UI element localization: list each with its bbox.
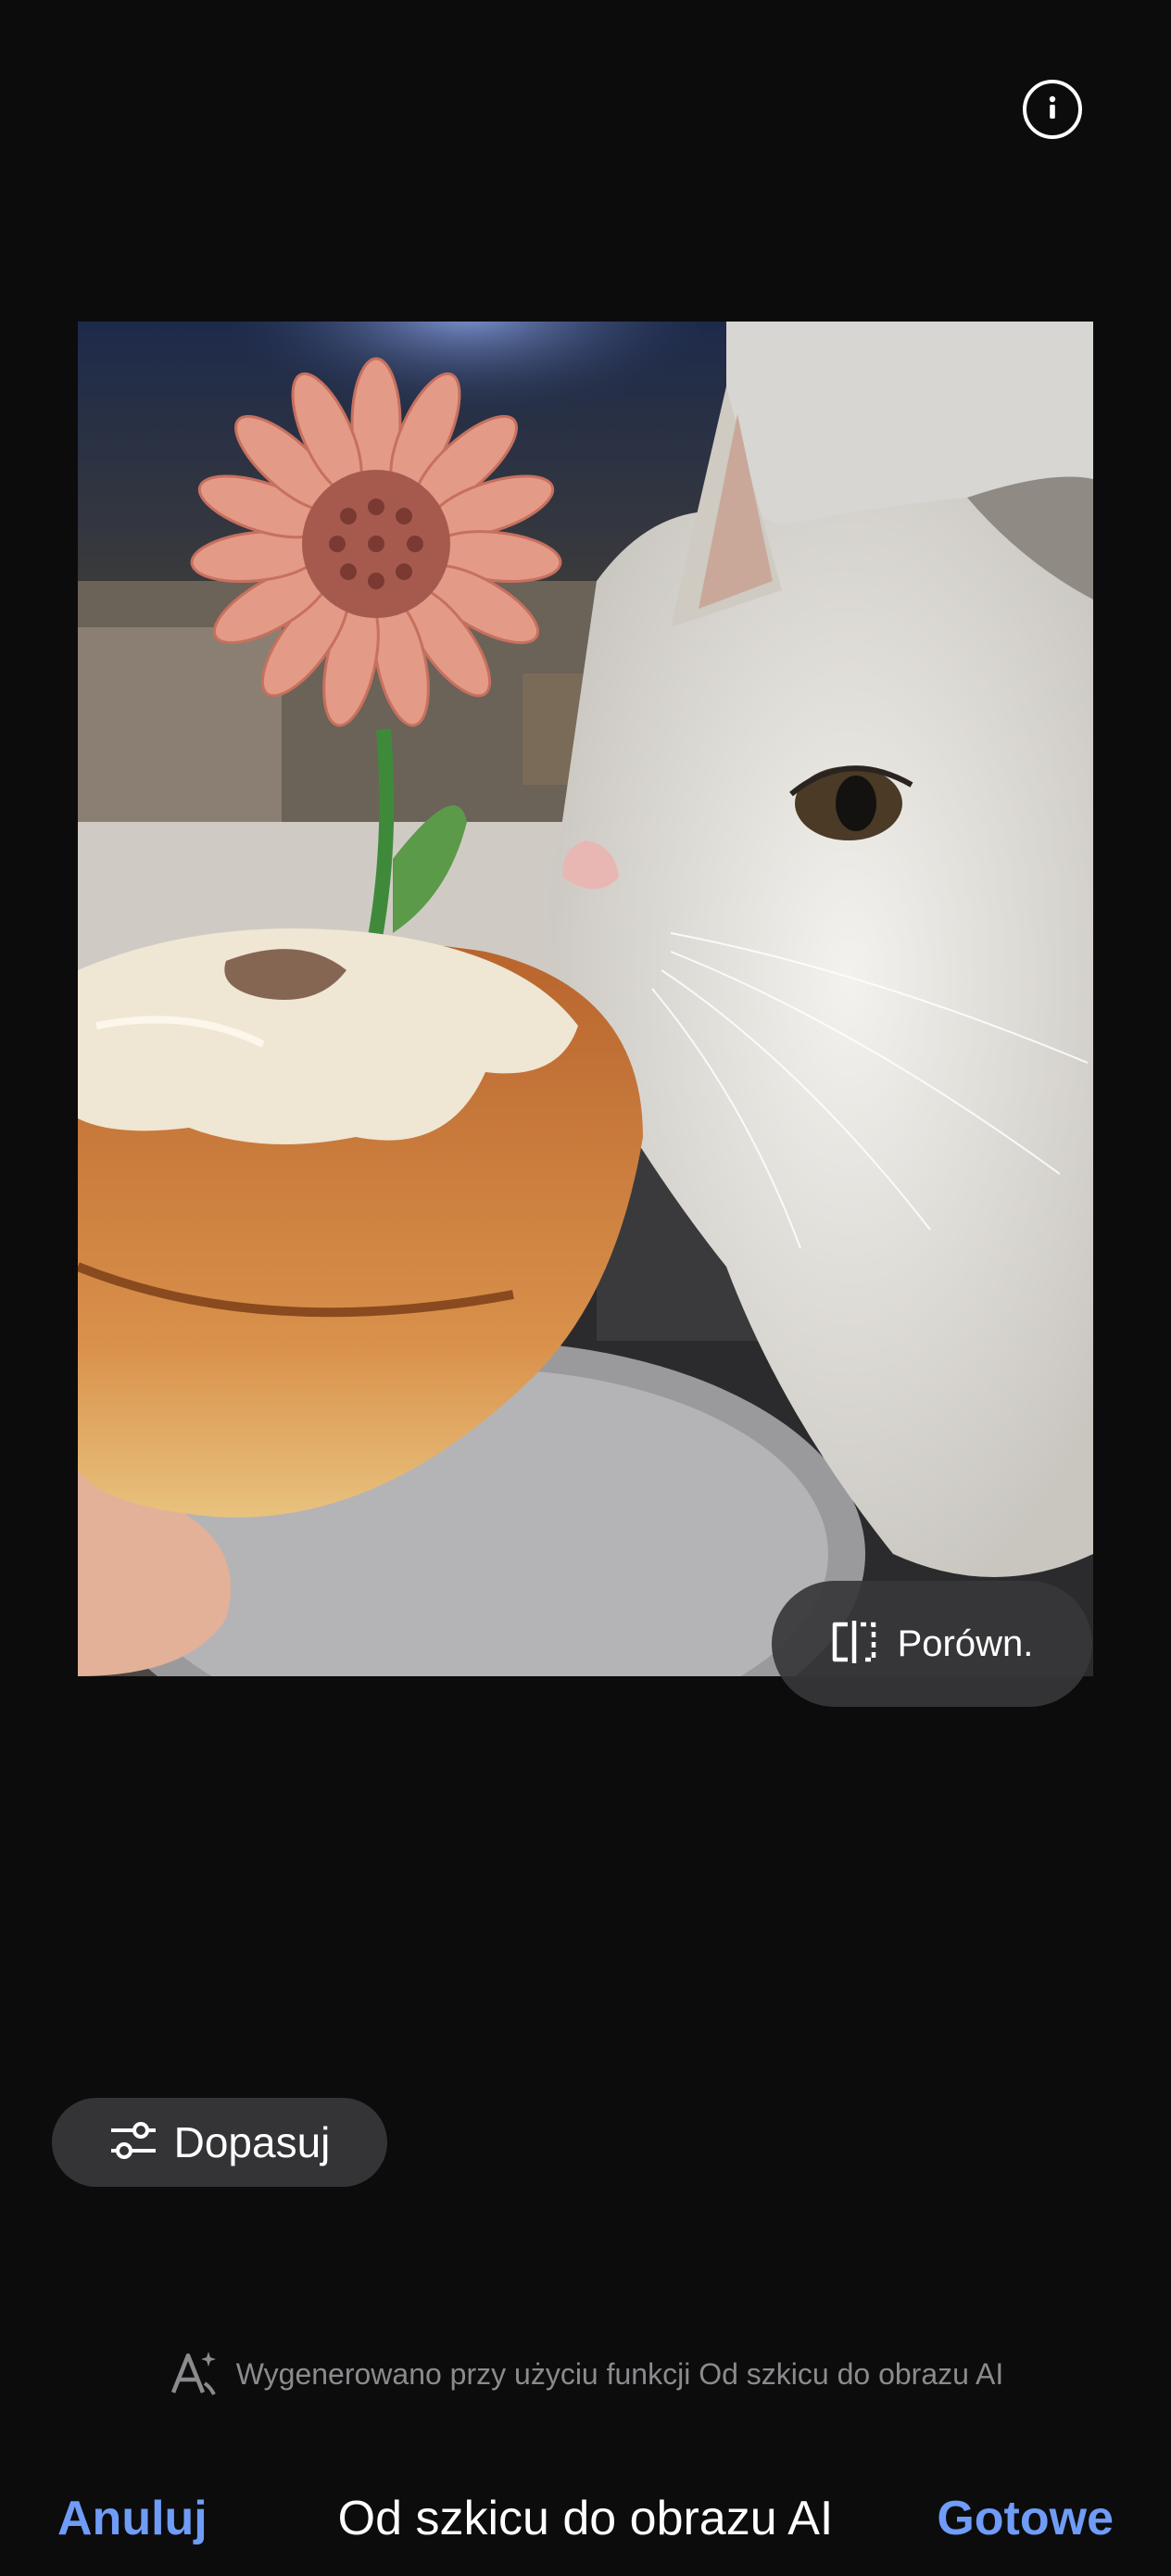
sliders-icon xyxy=(109,2120,157,2166)
info-icon xyxy=(1034,89,1071,131)
cancel-button[interactable]: Anuluj xyxy=(57,2491,208,2546)
adjust-button[interactable]: Dopasuj xyxy=(52,2098,387,2187)
info-button[interactable] xyxy=(1023,80,1082,139)
done-button[interactable]: Gotowe xyxy=(937,2491,1114,2546)
compare-icon xyxy=(831,1620,877,1668)
adjust-label: Dopasuj xyxy=(173,2118,331,2166)
bottom-bar: Anuluj Od szkicu do obrazu AI Gotowe xyxy=(0,2476,1171,2559)
edited-photo xyxy=(78,322,1093,1676)
compare-button[interactable]: Porówn. xyxy=(772,1581,1092,1707)
ai-note-text: Wygenerowano przy użyciu funkcji Od szki… xyxy=(235,2356,1004,2391)
ai-generated-note: Wygenerowano przy użyciu funkcji Od szki… xyxy=(0,2344,1171,2404)
compare-label: Porówn. xyxy=(897,1623,1034,1664)
ai-sparkle-icon xyxy=(168,2346,220,2403)
